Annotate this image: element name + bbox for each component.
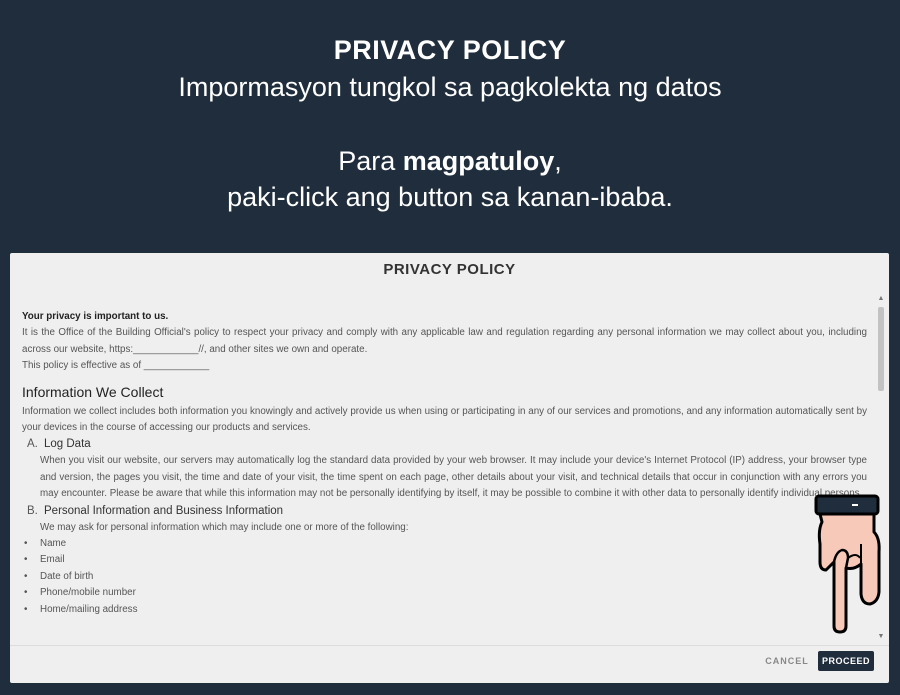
list-item: Date of birth bbox=[24, 569, 867, 586]
section-heading: Information We Collect bbox=[22, 383, 164, 400]
cancel-button[interactable]: CANCEL bbox=[758, 651, 816, 671]
scrollbar-thumb[interactable] bbox=[878, 307, 884, 391]
footer-divider bbox=[10, 645, 889, 646]
section-text: Information we collect includes both inf… bbox=[22, 405, 867, 434]
list-item: Email bbox=[24, 552, 867, 569]
effective-date: This policy is effective as of _________… bbox=[22, 360, 210, 372]
log-data-text: When you visit our website, our servers … bbox=[40, 455, 867, 500]
dialog-title: PRIVACY POLICY bbox=[383, 261, 516, 278]
hero-title: PRIVACY POLICY bbox=[333, 35, 567, 65]
privacy-policy-dialog: PRIVACY POLICY Your privacy is important… bbox=[10, 253, 889, 683]
pointing-hand-icon bbox=[814, 494, 881, 634]
hero-instruction-line2: paki-click ang button sa kanan-ibaba. bbox=[227, 182, 673, 212]
personal-info-text: We may ask for personal information whic… bbox=[40, 521, 409, 533]
subsection-index: B. bbox=[27, 504, 38, 517]
list-item: Name bbox=[24, 536, 867, 553]
policy-content[interactable]: Your privacy is important to us. It is t… bbox=[22, 309, 867, 645]
subsection-title: Log Data bbox=[44, 438, 91, 451]
intro-heading: Your privacy is important to us. bbox=[22, 311, 169, 322]
proceed-button[interactable]: PROCEED bbox=[818, 651, 874, 671]
hero-instruction-bold: magpatuloy bbox=[402, 146, 555, 176]
subsection-index: A. bbox=[27, 438, 38, 451]
hero-instruction-suffix: , bbox=[554, 146, 562, 176]
scroll-up-arrow-icon[interactable]: ▲ bbox=[877, 295, 885, 303]
list-item: Phone/mobile number bbox=[24, 585, 867, 602]
subsection-title: Personal Information and Business Inform… bbox=[44, 504, 284, 517]
subsection-personal-info: B. Personal Information and Business Info… bbox=[22, 503, 867, 520]
hero-instruction-line1: Para magpatuloy, bbox=[0, 146, 900, 177]
hero-subtitle: Impormasyon tungkol sa pagkolekta ng dat… bbox=[178, 72, 722, 102]
subsection-log-data: A. Log Data bbox=[22, 436, 867, 453]
list-item: Home/mailing address bbox=[24, 602, 867, 619]
personal-info-list: Name Email Date of birth Phone/mobile nu… bbox=[22, 536, 867, 618]
intro-text: It is the Office of the Building Officia… bbox=[22, 327, 867, 355]
scroll-down-arrow-icon[interactable]: ▼ bbox=[877, 633, 885, 641]
hero-instruction-prefix: Para bbox=[338, 146, 403, 176]
